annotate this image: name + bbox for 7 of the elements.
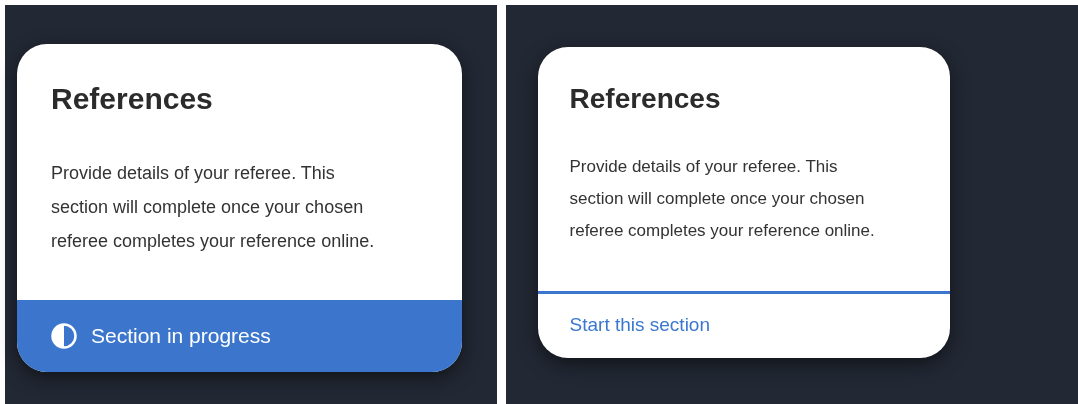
card-title: References xyxy=(51,82,214,116)
status-label: Section in progress xyxy=(91,324,271,348)
half-circle-icon xyxy=(51,323,77,349)
card-description: Provide details of your referee. This section will complete once your chosen referee completes your reference online. xyxy=(51,162,376,253)
start-section-link[interactable]: Start this section xyxy=(569,314,710,335)
card-description: Provide details of your referee. This section will complete once your chosen referee completes your reference online. xyxy=(569,156,876,242)
card-title: References xyxy=(569,83,722,115)
